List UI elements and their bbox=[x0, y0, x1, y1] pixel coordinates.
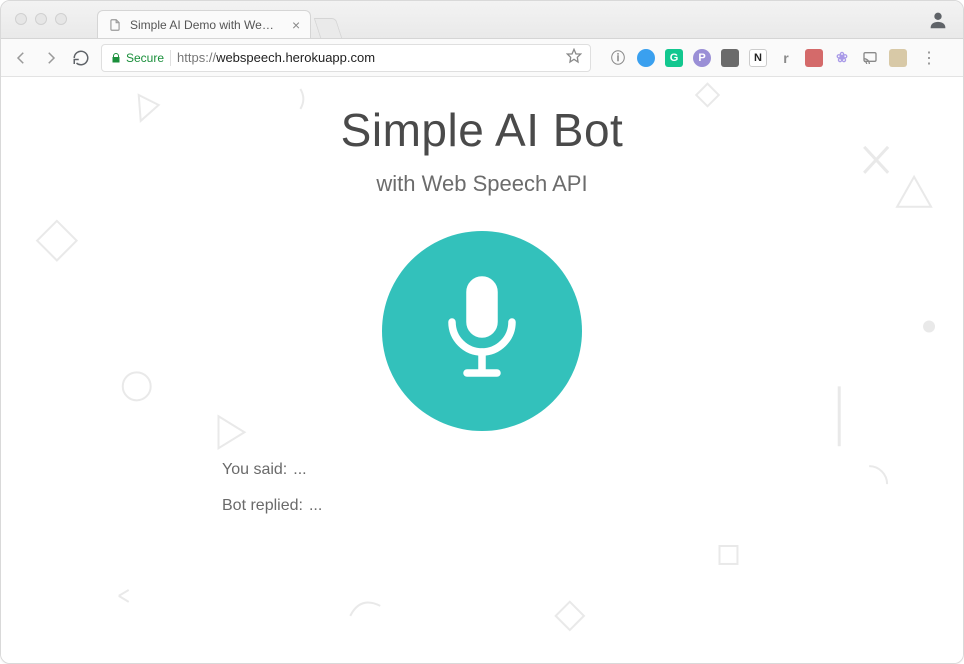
browser-menu-button[interactable]: ⋮ bbox=[921, 48, 937, 68]
window-minimize-button[interactable] bbox=[35, 13, 47, 25]
secure-indicator[interactable]: Secure bbox=[110, 51, 164, 65]
tab-close-icon[interactable]: × bbox=[292, 17, 300, 33]
lock-icon bbox=[110, 52, 122, 64]
new-tab-button[interactable] bbox=[314, 18, 342, 38]
extension-icons: ⓘ GP Nr ❀ bbox=[609, 49, 907, 67]
browser-window: Simple AI Demo with Web Spe × Secure bbox=[0, 0, 964, 664]
browser-tab-active[interactable]: Simple AI Demo with Web Spe × bbox=[97, 10, 311, 38]
ext-circle-purple[interactable]: P bbox=[693, 49, 711, 67]
back-button[interactable] bbox=[11, 48, 31, 68]
microphone-button[interactable] bbox=[382, 231, 582, 431]
ext-letter-r[interactable]: r bbox=[777, 49, 795, 67]
bot-replied-row: Bot replied: ... bbox=[222, 497, 742, 515]
reload-button[interactable] bbox=[71, 48, 91, 68]
address-bar[interactable]: Secure https://webspeech.herokuapp.com bbox=[101, 44, 591, 72]
profile-button[interactable] bbox=[927, 9, 949, 31]
window-close-button[interactable] bbox=[15, 13, 27, 25]
url-scheme: https:// bbox=[177, 50, 216, 65]
bookmark-star-icon[interactable] bbox=[566, 48, 582, 67]
microphone-icon bbox=[436, 271, 528, 391]
tab-strip: Simple AI Demo with Web Spe × bbox=[97, 1, 339, 38]
forward-button[interactable] bbox=[41, 48, 61, 68]
ext-circle-blue[interactable] bbox=[637, 49, 655, 67]
you-said-row: You said: ... bbox=[222, 461, 742, 479]
ext-grammarly[interactable]: G bbox=[665, 49, 683, 67]
you-said-value: ... bbox=[293, 461, 306, 479]
ext-gallery[interactable] bbox=[721, 49, 739, 67]
transcript-block: You said: ... Bot replied: ... bbox=[222, 461, 742, 533]
page-content: Simple AI Bot with Web Speech API You sa… bbox=[1, 77, 963, 533]
page-title: Simple AI Bot bbox=[341, 103, 624, 157]
page-viewport: Simple AI Bot with Web Speech API You sa… bbox=[1, 77, 963, 663]
bot-replied-label: Bot replied: bbox=[222, 497, 303, 515]
page-subtitle: with Web Speech API bbox=[376, 171, 587, 197]
info-icon[interactable]: ⓘ bbox=[609, 49, 627, 67]
url-host: webspeech.herokuapp.com bbox=[216, 50, 375, 65]
url-text: https://webspeech.herokuapp.com bbox=[177, 50, 375, 65]
omnibox-separator bbox=[170, 50, 171, 66]
ext-notion[interactable]: N bbox=[749, 49, 767, 67]
window-maximize-button[interactable] bbox=[55, 13, 67, 25]
window-titlebar: Simple AI Demo with Web Spe × bbox=[1, 1, 963, 39]
tab-favicon-icon bbox=[108, 18, 122, 32]
window-controls bbox=[15, 13, 67, 25]
browser-toolbar: Secure https://webspeech.herokuapp.com ⓘ… bbox=[1, 39, 963, 77]
cast-icon[interactable] bbox=[861, 49, 879, 67]
ext-square-tan[interactable] bbox=[889, 49, 907, 67]
you-said-label: You said: bbox=[222, 461, 287, 479]
bot-replied-value: ... bbox=[309, 497, 322, 515]
secure-label: Secure bbox=[126, 51, 164, 65]
ext-blob[interactable]: ❀ bbox=[833, 49, 851, 67]
ext-square-red[interactable] bbox=[805, 49, 823, 67]
tab-title: Simple AI Demo with Web Spe bbox=[130, 18, 280, 32]
